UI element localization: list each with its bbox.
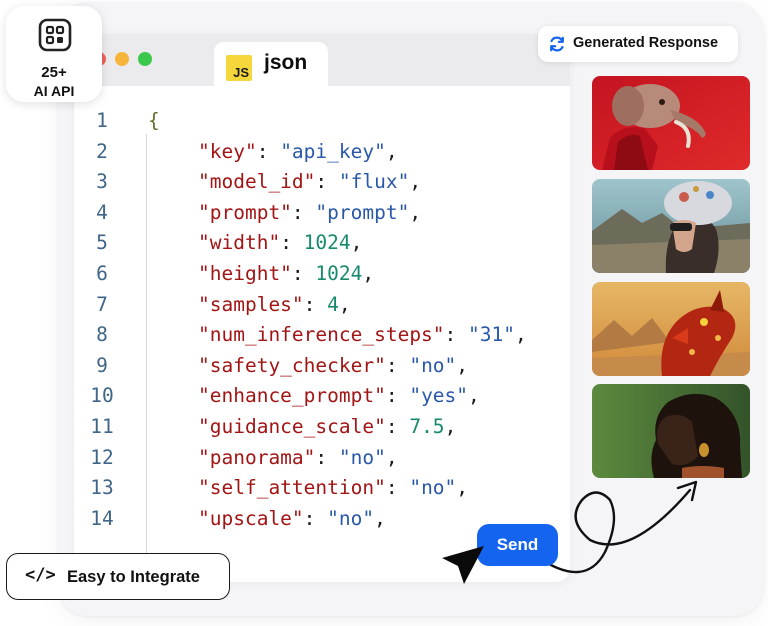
response-arrow [534, 480, 698, 574]
easy-to-integrate-label: Easy to Integrate [67, 568, 200, 586]
send-button[interactable]: Send [477, 524, 558, 566]
easy-to-integrate-badge: </> Easy to Integrate [6, 553, 230, 600]
mouse-cursor-icon [442, 546, 484, 584]
code-icon: </> [25, 565, 56, 585]
